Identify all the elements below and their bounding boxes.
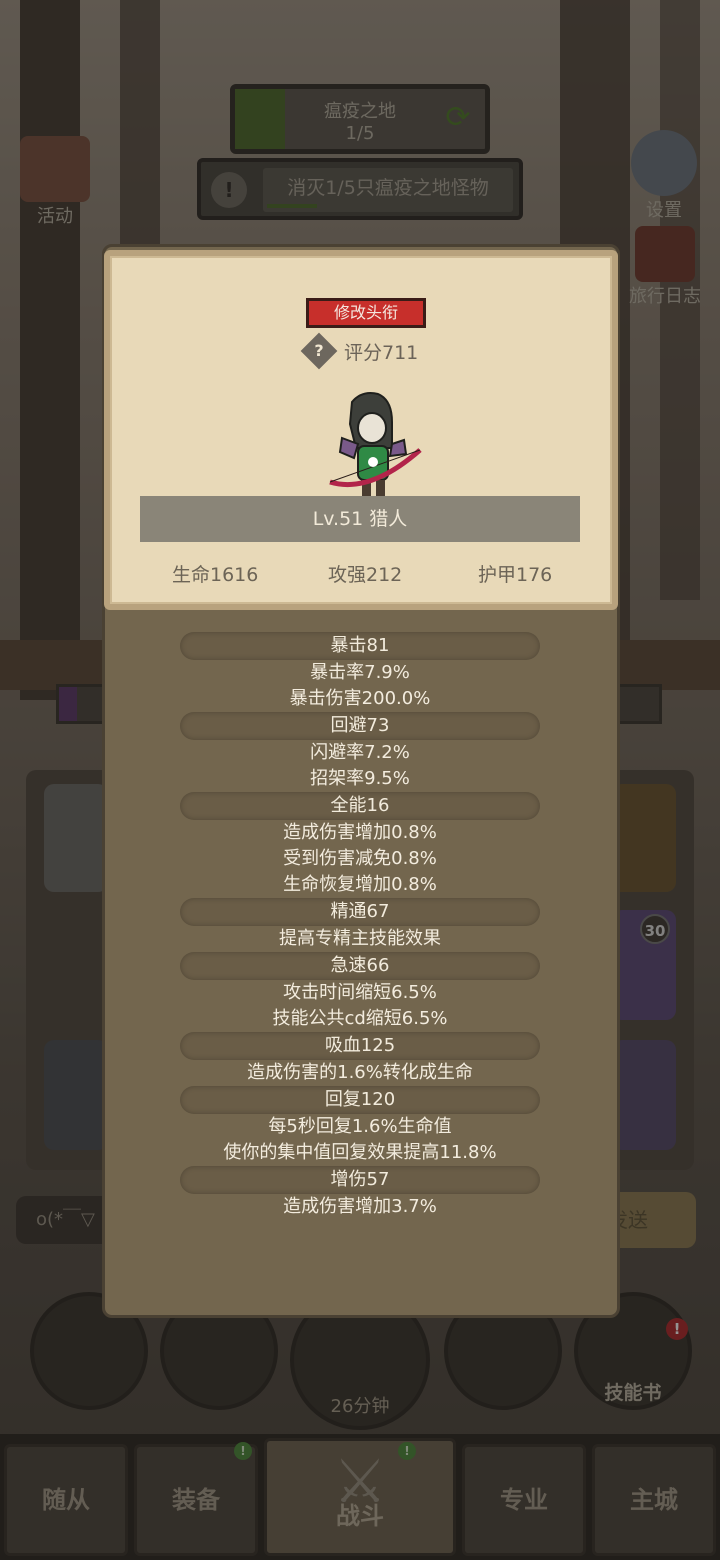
attribute-detail: 每5秒回复1.6%生命值 — [268, 1116, 452, 1137]
attribute-detail: 造成伤害增加3.7% — [283, 1196, 437, 1217]
attribute-crit: 暴击81 暴击率7.9% 暴击伤害200.0% — [180, 632, 540, 712]
attribute-detail: 暴击伤害200.0% — [289, 688, 431, 709]
attribute-haste: 急速66 攻击时间缩短6.5% 技能公共cd缩短6.5% — [180, 952, 540, 1032]
attribute-detail: 受到伤害减免0.8% — [283, 848, 437, 869]
hunter-character-avatar — [329, 392, 422, 500]
attribute-title: 急速66 — [180, 952, 540, 980]
attribute-title: 全能16 — [180, 792, 540, 820]
attribute-detail: 闪避率7.2% — [310, 742, 410, 763]
rename-title-button[interactable]: 修改头衔 — [306, 298, 426, 328]
attribute-regen: 回复120 每5秒回复1.6%生命值 使你的集中值回复效果提高11.8% — [180, 1086, 540, 1166]
attribute-title: 回避73 — [180, 712, 540, 740]
character-card: 修改头衔 ? 评分711 Lv.51 猎人 生命1616 攻强212 护甲176 — [104, 250, 618, 610]
attribute-detail: 暴击率7.9% — [310, 662, 410, 683]
attribute-detail: 造成伤害增加0.8% — [283, 822, 437, 843]
attribute-detail: 技能公共cd缩短6.5% — [272, 1008, 448, 1029]
attribute-list: 暴击81 暴击率7.9% 暴击伤害200.0% 回避73 闪避率7.2% 招架率… — [180, 632, 540, 1220]
stat-armor: 护甲176 — [478, 564, 553, 586]
attribute-avoidance: 回避73 闪避率7.2% 招架率9.5% — [180, 712, 540, 792]
score-row: ? 评分711 — [300, 332, 466, 370]
score-text: 评分711 — [344, 342, 419, 364]
attribute-versatility: 全能16 造成伤害增加0.8% 受到伤害减免0.8% 生命恢复增加0.8% — [180, 792, 540, 898]
help-question-mark: ? — [314, 341, 324, 360]
attribute-title: 回复120 — [180, 1086, 540, 1114]
attribute-title: 吸血125 — [180, 1032, 540, 1060]
attribute-damage-bonus: 增伤57 造成伤害增加3.7% — [180, 1166, 540, 1220]
character-name-level: Lv.51 猎人 — [140, 496, 580, 542]
attribute-detail: 造成伤害的1.6%转化成生命 — [247, 1062, 473, 1083]
attribute-detail: 使你的集中值回复效果提高11.8% — [223, 1142, 497, 1163]
attribute-detail: 攻击时间缩短6.5% — [283, 982, 437, 1003]
attribute-mastery: 精通67 提高专精主技能效果 — [180, 898, 540, 952]
attribute-title: 精通67 — [180, 898, 540, 926]
stat-hp: 生命1616 — [172, 564, 259, 586]
attribute-title: 增伤57 — [180, 1166, 540, 1194]
attribute-lifesteal: 吸血125 造成伤害的1.6%转化成生命 — [180, 1032, 540, 1086]
attribute-detail: 提高专精主技能效果 — [279, 928, 441, 949]
attribute-detail: 招架率9.5% — [310, 768, 410, 789]
attribute-title: 暴击81 — [180, 632, 540, 660]
stat-attack-power: 攻强212 — [328, 564, 403, 586]
attribute-detail: 生命恢复增加0.8% — [283, 874, 437, 895]
